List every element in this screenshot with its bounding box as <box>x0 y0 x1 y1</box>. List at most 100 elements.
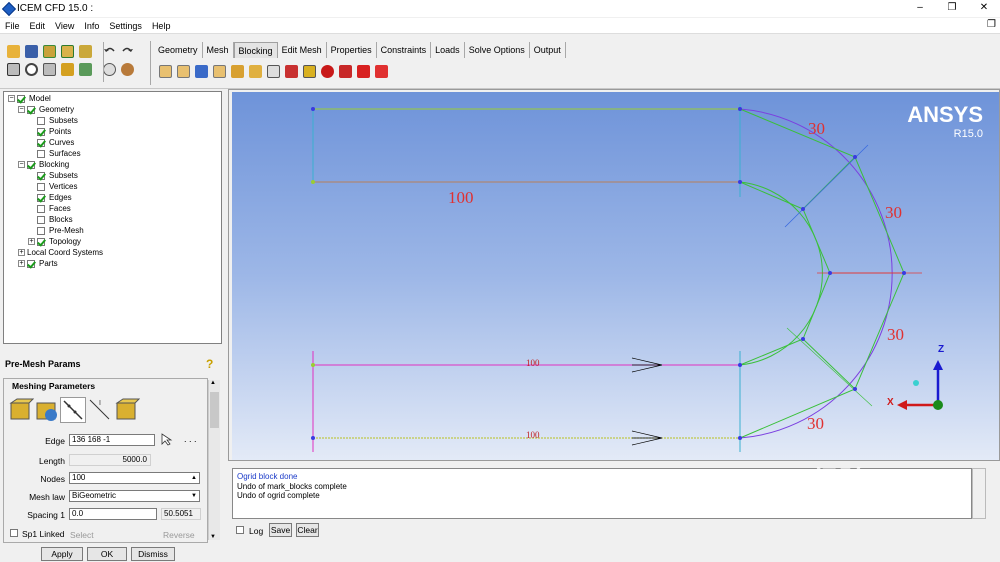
measure-icon[interactable] <box>41 61 58 78</box>
tree-checkbox[interactable] <box>27 105 35 114</box>
tab-blocking[interactable]: Blocking <box>233 42 278 58</box>
move-vertex-icon[interactable] <box>247 63 264 80</box>
tree-item[interactable]: + Local Coord Systems <box>18 247 103 258</box>
tab-loads[interactable]: Loads <box>431 42 465 58</box>
tree-checkbox[interactable] <box>37 193 45 202</box>
scale-sizes-icon[interactable] <box>34 397 60 423</box>
tree-checkbox[interactable] <box>37 204 45 213</box>
create-block-icon[interactable] <box>157 63 174 80</box>
pre-mesh-params-icon[interactable] <box>301 63 318 80</box>
collapse-icon[interactable]: − <box>18 161 25 168</box>
tree-item[interactable]: + Topology <box>28 236 81 247</box>
tree-checkbox[interactable] <box>27 160 35 169</box>
ok-button[interactable]: OK <box>87 547 127 561</box>
maximize-button[interactable]: ❐ <box>936 0 968 17</box>
params-scrollbar[interactable]: ▲ ▼ <box>208 380 220 540</box>
solid-display-icon[interactable] <box>119 61 136 78</box>
tree-item[interactable]: Surfaces <box>28 148 81 159</box>
display-options-icon[interactable] <box>59 61 76 78</box>
edge-field[interactable]: 136 168 -1 <box>69 434 155 446</box>
spacing1-field[interactable]: 0.0 <box>69 508 157 520</box>
menu-help[interactable]: Help <box>147 21 176 31</box>
tree-checkbox[interactable] <box>37 138 45 147</box>
graphics-viewport[interactable]: 100 30 30 30 30 100 100 ANSYS R15.0 Z X <box>232 92 999 460</box>
tree-item[interactable]: Subsets <box>28 170 78 181</box>
open-project-icon[interactable] <box>41 43 58 60</box>
pre-mesh-smooth-icon[interactable] <box>337 63 354 80</box>
tree-item[interactable]: Subsets <box>28 115 78 126</box>
expand-icon[interactable]: + <box>18 249 25 256</box>
tree-checkbox[interactable] <box>37 215 45 224</box>
expand-icon[interactable]: + <box>18 260 25 267</box>
menu-edit[interactable]: Edit <box>25 21 51 31</box>
check-blocks-icon[interactable] <box>355 63 372 80</box>
geometry-display-icon[interactable] <box>77 61 94 78</box>
save-icon[interactable] <box>23 43 40 60</box>
open-icon[interactable] <box>5 43 22 60</box>
block-params-icon[interactable] <box>8 397 35 423</box>
menu-view[interactable]: View <box>50 21 79 31</box>
zoom-icon[interactable] <box>23 61 40 78</box>
mesh-law-select[interactable]: BiGeometric ▼ <box>69 490 200 502</box>
tab-solve-options[interactable]: Solve Options <box>465 42 530 58</box>
tree-checkbox[interactable] <box>27 259 35 268</box>
save-project-icon[interactable] <box>59 43 76 60</box>
tree-checkbox[interactable] <box>37 226 45 235</box>
edge-more[interactable]: . . . <box>184 434 197 444</box>
tab-geometry[interactable]: Geometry <box>154 42 203 58</box>
tab-properties[interactable]: Properties <box>327 42 377 58</box>
import-icon[interactable] <box>77 43 94 60</box>
transform-blocks-icon[interactable] <box>265 63 282 80</box>
tree-item[interactable]: − Geometry <box>18 104 74 115</box>
split-block-icon[interactable] <box>175 63 192 80</box>
tree-item[interactable]: Faces <box>28 203 71 214</box>
menu-info[interactable]: Info <box>79 21 104 31</box>
edit-block-icon[interactable] <box>211 63 228 80</box>
tree-item[interactable]: Vertices <box>28 181 77 192</box>
tree-checkbox[interactable] <box>37 171 45 180</box>
redo-icon[interactable] <box>119 43 136 60</box>
help-icon[interactable]: ? <box>206 357 216 371</box>
tree-item[interactable]: Pre-Mesh <box>28 225 84 236</box>
tab-edit-mesh[interactable]: Edit Mesh <box>278 42 327 58</box>
tab-output[interactable]: Output <box>530 42 566 58</box>
fit-window-icon[interactable] <box>5 61 22 78</box>
menu-file[interactable]: File <box>0 21 25 31</box>
tree-item[interactable]: − Blocking <box>18 159 69 170</box>
tree-checkbox[interactable] <box>37 149 45 158</box>
tree-item[interactable]: Curves <box>28 137 74 148</box>
tree-checkbox[interactable] <box>37 127 45 136</box>
reverse-button[interactable]: Reverse <box>163 530 195 540</box>
apply-button[interactable]: Apply <box>41 547 83 561</box>
tree-item[interactable]: + Parts <box>18 258 58 269</box>
clear-log-button[interactable]: Clear <box>296 523 319 537</box>
collapse-icon[interactable]: − <box>18 106 25 113</box>
minimize-button[interactable]: – <box>904 0 936 17</box>
tree-item[interactable]: Blocks <box>28 214 73 225</box>
sp1-linked-checkbox[interactable] <box>10 529 18 537</box>
log-checkbox[interactable] <box>236 526 244 534</box>
tree-item[interactable]: Edges <box>28 192 72 203</box>
scroll-down-icon[interactable]: ▼ <box>210 534 216 540</box>
delete-block-icon[interactable] <box>373 63 390 80</box>
tree-checkbox[interactable] <box>37 237 45 246</box>
collapse-icon[interactable]: − <box>8 95 15 102</box>
tree-item[interactable]: − Model <box>8 93 51 104</box>
match-edges-icon[interactable]: I <box>87 397 113 423</box>
scroll-up-icon[interactable]: ▲ <box>210 380 216 386</box>
nodes-spin-icon[interactable]: ▲ <box>190 474 198 482</box>
expand-icon[interactable]: + <box>28 238 35 245</box>
dismiss-button[interactable]: Dismiss <box>131 547 175 561</box>
menu-settings[interactable]: Settings <box>104 21 147 31</box>
tab-mesh[interactable]: Mesh <box>203 42 234 58</box>
tree-checkbox[interactable] <box>37 182 45 191</box>
restore-icon[interactable]: ❐ <box>987 19 996 30</box>
edit-edge-icon[interactable] <box>283 63 300 80</box>
associate-icon[interactable] <box>229 63 246 80</box>
tree-checkbox[interactable] <box>17 94 25 103</box>
message-scrollbar[interactable] <box>972 468 986 519</box>
edge-params-icon[interactable] <box>60 397 86 423</box>
update-sizes-icon[interactable] <box>114 397 141 423</box>
close-button[interactable]: ✕ <box>968 0 1000 17</box>
merge-vertices-icon[interactable] <box>193 63 210 80</box>
